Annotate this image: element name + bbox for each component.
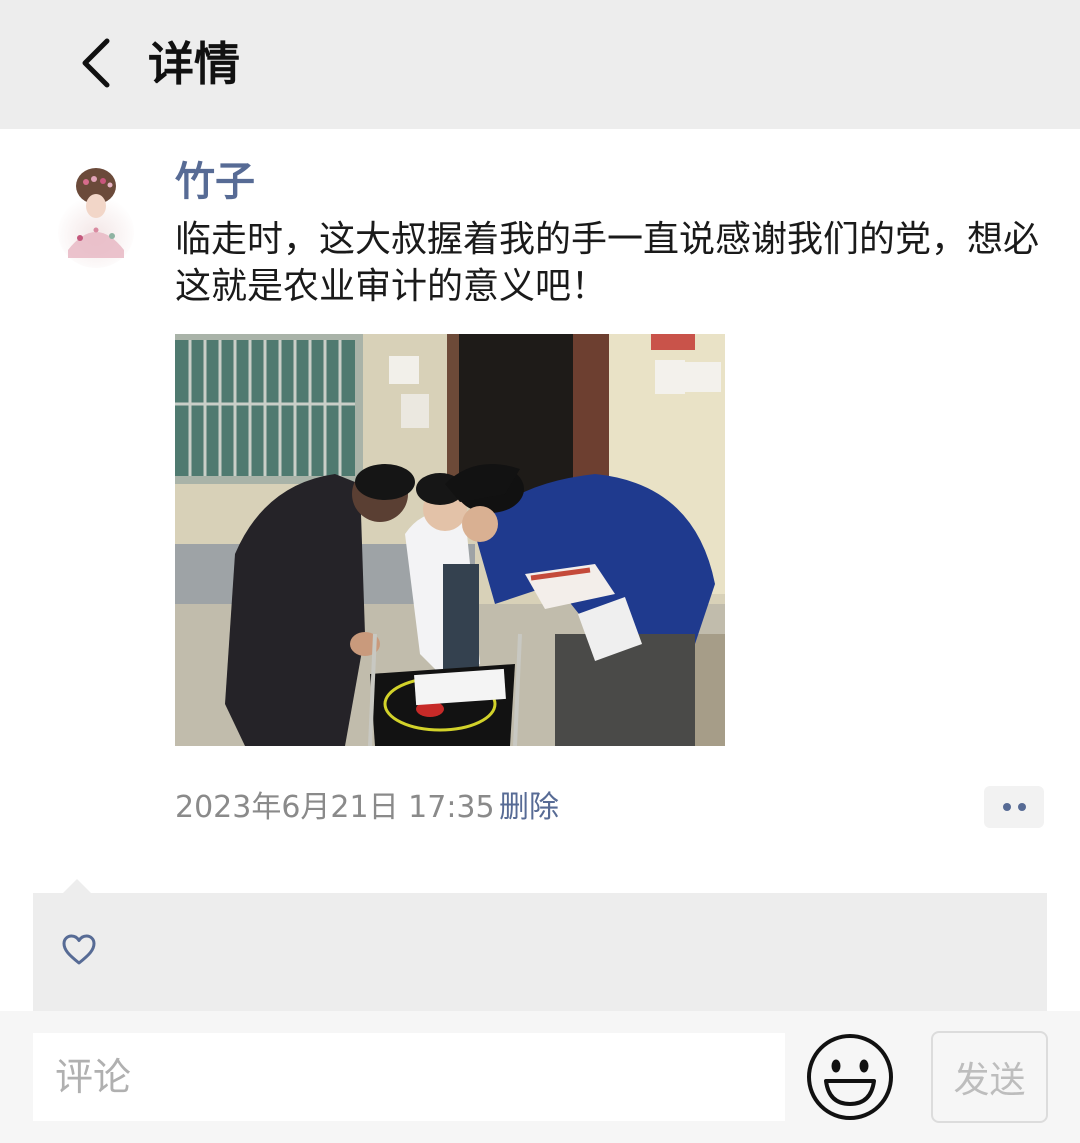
heart-outline-icon[interactable]	[61, 932, 97, 968]
back-button[interactable]	[66, 30, 126, 96]
post-timestamp: 2023年6月21日 17:35	[175, 790, 495, 825]
send-button[interactable]: 发送	[931, 1031, 1048, 1123]
page-title: 详情	[148, 37, 240, 91]
more-button[interactable]	[984, 786, 1044, 828]
smiley-icon	[807, 1034, 893, 1120]
avatar[interactable]	[50, 160, 142, 270]
more-dots-icon-dot	[1017, 803, 1026, 811]
likes-box-pointer	[62, 879, 92, 894]
comment-input[interactable]	[33, 1033, 785, 1121]
delete-link[interactable]: 删除	[499, 786, 559, 830]
post-photo[interactable]	[175, 334, 725, 746]
post-text: 临走时，这大叔握着我的手一直说感谢我们的党，想必这就是农业审计的意义吧！	[175, 219, 1040, 307]
chevron-left-icon	[82, 38, 110, 88]
more-dots-icon	[1002, 803, 1011, 811]
likes-panel	[33, 893, 1047, 1011]
top-bar: 详情	[0, 0, 1080, 129]
emoji-button[interactable]	[805, 1032, 895, 1122]
author-name[interactable]: 竹子	[175, 156, 255, 208]
